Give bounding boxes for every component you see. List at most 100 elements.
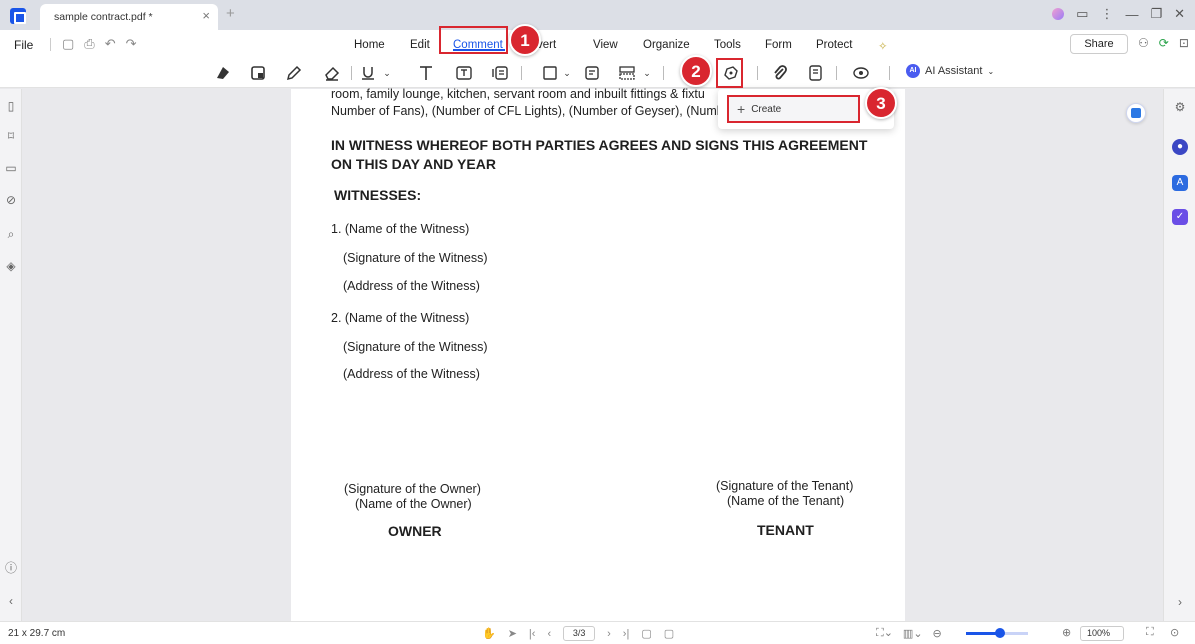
underline-icon[interactable] — [358, 63, 378, 83]
witness-address: (Address of the Witness) — [343, 279, 480, 293]
layout-icon[interactable]: ▥⌄ — [903, 627, 923, 640]
settings-icon[interactable]: ⊙ — [1170, 626, 1179, 639]
fullscreen-icon[interactable]: ⛶ — [1146, 626, 1154, 639]
pencil-icon[interactable] — [284, 63, 304, 83]
chevron-down-icon[interactable]: ⌄ — [377, 63, 397, 83]
eye-icon[interactable] — [851, 63, 871, 83]
chevron-down-icon[interactable]: ⌄ — [557, 63, 577, 83]
properties-icon[interactable]: ⚙ — [1172, 99, 1188, 115]
maximize-button[interactable]: ❐ — [1150, 6, 1162, 22]
ai-badge-icon: AI — [906, 64, 920, 78]
menu-protect[interactable]: Protect — [816, 39, 852, 51]
page-navigation: ✋ ➤ |‹ ‹ 3/3 › ›| ▢ ▢ — [482, 626, 674, 641]
collapse-right-icon[interactable]: › — [1172, 594, 1188, 610]
quick-access-toolbar: ▢ ⎙ ↶ ↷ — [62, 36, 137, 52]
step-badge: 3 — [865, 87, 897, 119]
tenant-label: TENANT — [757, 522, 814, 538]
zoom-out-icon[interactable]: ⊖ — [933, 627, 942, 640]
stamp-icon[interactable] — [617, 63, 637, 83]
ai-check-icon[interactable]: ✓ — [1172, 209, 1188, 225]
highlight-icon[interactable] — [213, 63, 233, 83]
menu-edit[interactable]: Edit — [410, 39, 430, 51]
witness-address: (Address of the Witness) — [343, 367, 480, 381]
comment-list-icon[interactable] — [806, 63, 826, 83]
menu-tools[interactable]: Tools — [714, 39, 741, 51]
ai-bot-icon[interactable]: ● — [1172, 139, 1188, 155]
page-number-input[interactable]: 3/3 — [563, 626, 596, 641]
network-icon[interactable]: ⚇ — [1138, 36, 1149, 50]
help-icon[interactable]: ⓘ — [4, 559, 18, 575]
divider — [889, 66, 890, 80]
zoom-in-icon[interactable]: ⊕ — [1062, 626, 1071, 639]
witness-signature: (Signature of the Witness) — [343, 251, 488, 265]
search-icon[interactable]: ⌕ — [4, 227, 18, 241]
create-signature-item[interactable]: + Create — [727, 95, 860, 123]
app-logo-icon — [10, 8, 26, 24]
bookmark-icon[interactable]: ⌑ — [4, 129, 18, 143]
document-tab-title: sample contract.pdf * — [54, 11, 153, 23]
create-label: Create — [751, 103, 782, 115]
message-icon[interactable]: ▭ — [1076, 6, 1088, 22]
next-page-icon[interactable]: › — [607, 628, 611, 640]
menu-bar: File ▢ ⎙ ↶ ↷ Home Edit Comment vert View… — [0, 30, 1195, 58]
select-tool-icon[interactable]: ➤ — [508, 627, 517, 640]
attachment-icon[interactable] — [770, 63, 790, 83]
zoom-slider[interactable] — [966, 628, 1028, 638]
divider — [351, 66, 352, 80]
chevron-down-icon[interactable]: ⌄ — [637, 63, 657, 83]
collapse-left-icon[interactable]: ‹ — [4, 594, 18, 608]
comment-icon[interactable]: ▭ — [4, 161, 18, 175]
menu-view[interactable]: View — [593, 39, 618, 51]
attachment-icon[interactable]: ⊘ — [4, 193, 18, 207]
redo-icon[interactable]: ↷ — [126, 36, 137, 52]
text-icon[interactable] — [416, 63, 436, 83]
title-bar: sample contract.pdf * × + ▭ ⋮ — ❐ ✕ — [0, 0, 1195, 30]
divider — [757, 66, 758, 80]
zoom-slider-knob[interactable] — [995, 628, 1006, 638]
layers-icon[interactable]: ◈ — [4, 259, 18, 273]
new-tab-button[interactable]: + — [226, 5, 235, 22]
share-button[interactable]: Share — [1070, 34, 1128, 54]
plus-icon: + — [737, 101, 746, 117]
left-sidebar: ▯ ⌑ ▭ ⊘ ⌕ ◈ ⓘ ‹ — [0, 89, 22, 621]
two-page-icon[interactable]: ▢ — [664, 627, 674, 640]
single-page-icon[interactable]: ▢ — [641, 627, 651, 640]
close-tab-icon[interactable]: × — [202, 8, 210, 23]
avatar[interactable] — [1052, 8, 1065, 20]
menu-home[interactable]: Home — [354, 39, 385, 51]
callout-icon[interactable] — [490, 63, 510, 83]
first-page-icon[interactable]: |‹ — [529, 628, 536, 640]
thumbnail-icon[interactable]: ▯ — [4, 99, 18, 113]
print-icon[interactable]: ⎙ — [84, 36, 94, 52]
comment-toolbar: ⌄ ⌄ ⌄ AI AI Assistant ⌄ — [0, 58, 1195, 88]
area-highlight-icon[interactable] — [248, 63, 268, 83]
lightbulb-icon[interactable]: ✧ — [878, 39, 888, 53]
translate-icon[interactable]: A — [1172, 175, 1188, 191]
pdf-page: room, family lounge, kitchen, servant ro… — [291, 87, 905, 621]
witness-heading: ON THIS DAY AND YEAR — [331, 156, 496, 172]
step-badge: 2 — [680, 55, 712, 87]
menu-organize[interactable]: Organize — [643, 39, 690, 51]
save-icon[interactable]: ▢ — [62, 36, 74, 52]
panel-icon[interactable]: ⊡ — [1179, 36, 1189, 50]
document-tab[interactable]: sample contract.pdf * × — [40, 4, 218, 30]
hand-tool-icon[interactable]: ✋ — [482, 627, 496, 640]
translate-float-button[interactable] — [1126, 103, 1146, 123]
note-icon[interactable] — [582, 63, 602, 83]
undo-icon[interactable]: ↶ — [105, 36, 116, 52]
text-box-icon[interactable] — [454, 63, 474, 83]
last-page-icon[interactable]: ›| — [623, 628, 630, 640]
file-menu[interactable]: File — [14, 38, 33, 52]
zoom-level-select[interactable]: 100% — [1080, 626, 1124, 641]
fit-icon[interactable]: ⛶⌄ — [876, 626, 893, 640]
minimize-button[interactable]: — — [1125, 7, 1138, 22]
divider — [50, 38, 51, 51]
sync-icon[interactable]: ⟳ — [1159, 36, 1169, 50]
close-window-button[interactable]: ✕ — [1174, 6, 1185, 22]
ai-assistant-button[interactable]: AI AI Assistant ⌄ — [906, 64, 994, 78]
highlight-box-signature — [716, 58, 743, 88]
menu-form[interactable]: Form — [765, 39, 792, 51]
eraser-icon[interactable] — [322, 63, 342, 83]
prev-page-icon[interactable]: ‹ — [547, 628, 551, 640]
more-options-icon[interactable]: ⋮ — [1100, 6, 1113, 22]
